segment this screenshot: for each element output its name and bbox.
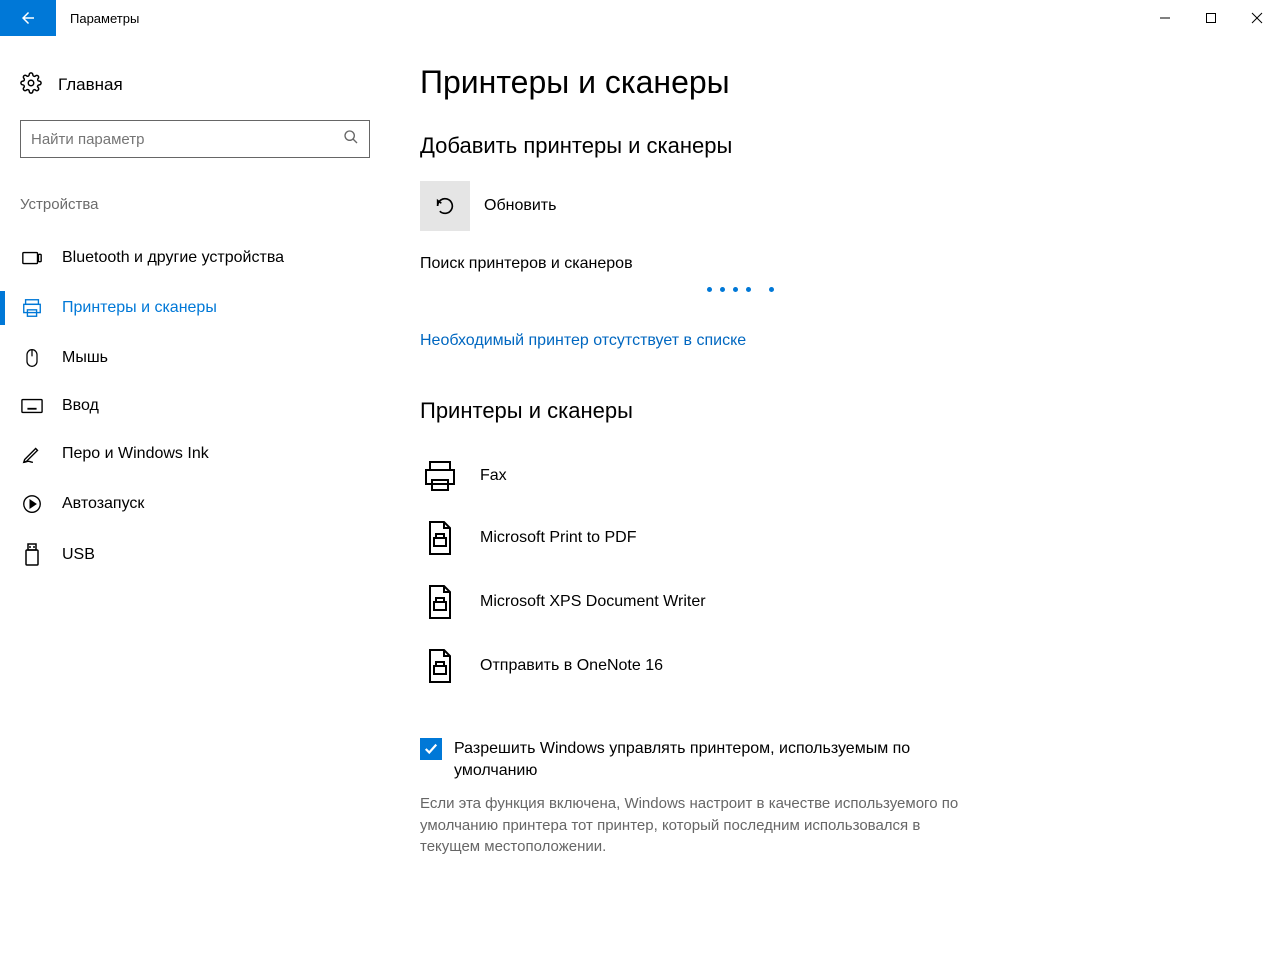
printers-section-title: Принтеры и сканеры — [420, 398, 1240, 424]
back-button[interactable] — [0, 0, 56, 36]
sidebar-item-printers[interactable]: Принтеры и сканеры — [20, 283, 370, 333]
sidebar-item-pen[interactable]: Перо и Windows Ink — [20, 429, 370, 479]
keyboard-icon — [20, 398, 44, 414]
page-title: Принтеры и сканеры — [420, 64, 1240, 101]
sidebar-item-label: Перо и Windows Ink — [62, 445, 209, 463]
window-controls — [1142, 0, 1280, 36]
sidebar-item-usb[interactable]: USB — [20, 529, 370, 581]
search-box[interactable] — [20, 120, 370, 158]
content-area: Главная Устройства Bluetooth и другие ус… — [0, 36, 1280, 968]
sidebar-item-label: Bluetooth и другие устройства — [62, 249, 284, 267]
sidebar-item-label: USB — [62, 546, 95, 564]
refresh-label: Обновить — [484, 197, 556, 215]
progress-indicator — [420, 287, 1060, 292]
home-link[interactable]: Главная — [20, 66, 370, 120]
sidebar-item-typing[interactable]: Ввод — [20, 383, 370, 429]
usb-icon — [20, 543, 44, 567]
search-input[interactable] — [31, 131, 343, 148]
minimize-button[interactable] — [1142, 0, 1188, 36]
autoplay-icon — [20, 493, 44, 515]
search-icon — [343, 129, 359, 149]
gear-icon — [20, 72, 42, 98]
default-printer-checkbox[interactable] — [420, 738, 442, 760]
document-printer-icon — [420, 648, 460, 684]
printer-not-listed-link[interactable]: Необходимый принтер отсутствует в списке — [420, 332, 746, 350]
printer-item-onenote[interactable]: Отправить в OneNote 16 — [420, 634, 1240, 698]
pen-icon — [20, 443, 44, 465]
mouse-icon — [20, 347, 44, 369]
refresh-button[interactable] — [420, 181, 470, 231]
close-button[interactable] — [1234, 0, 1280, 36]
printer-label: Microsoft XPS Document Writer — [480, 593, 706, 611]
refresh-row: Обновить — [420, 181, 1240, 231]
sidebar-item-label: Ввод — [62, 397, 99, 415]
maximize-button[interactable] — [1188, 0, 1234, 36]
printer-icon — [420, 460, 460, 492]
search-status: Поиск принтеров и сканеров — [420, 255, 1240, 273]
printer-item-xps[interactable]: Microsoft XPS Document Writer — [420, 570, 1240, 634]
refresh-icon — [434, 195, 456, 217]
default-printer-setting: Разрешить Windows управлять принтером, и… — [420, 738, 980, 858]
sidebar-item-label: Автозапуск — [62, 495, 144, 513]
checkbox-label: Разрешить Windows управлять принтером, и… — [454, 738, 980, 783]
checkbox-description: Если эта функция включена, Windows настр… — [420, 793, 980, 858]
device-icon — [20, 247, 44, 269]
printer-item-pdf[interactable]: Microsoft Print to PDF — [420, 506, 1240, 570]
sidebar-item-mouse[interactable]: Мышь — [20, 333, 370, 383]
document-printer-icon — [420, 584, 460, 620]
sidebar: Главная Устройства Bluetooth и другие ус… — [0, 36, 370, 968]
titlebar: Параметры — [0, 0, 1280, 36]
add-section-title: Добавить принтеры и сканеры — [420, 133, 1240, 159]
printer-icon — [20, 297, 44, 319]
sidebar-item-autoplay[interactable]: Автозапуск — [20, 479, 370, 529]
sidebar-item-bluetooth[interactable]: Bluetooth и другие устройства — [20, 233, 370, 283]
window-title: Параметры — [56, 0, 139, 36]
titlebar-spacer — [139, 0, 1142, 36]
printer-label: Отправить в OneNote 16 — [480, 657, 663, 675]
sidebar-section-title: Устройства — [20, 196, 370, 213]
document-printer-icon — [420, 520, 460, 556]
home-label: Главная — [58, 75, 123, 95]
sidebar-item-label: Мышь — [62, 349, 108, 367]
printer-label: Fax — [480, 467, 507, 485]
sidebar-item-label: Принтеры и сканеры — [62, 299, 217, 317]
main-panel: Принтеры и сканеры Добавить принтеры и с… — [370, 36, 1280, 968]
printer-label: Microsoft Print to PDF — [480, 529, 636, 547]
printer-item-fax[interactable]: Fax — [420, 446, 1240, 506]
